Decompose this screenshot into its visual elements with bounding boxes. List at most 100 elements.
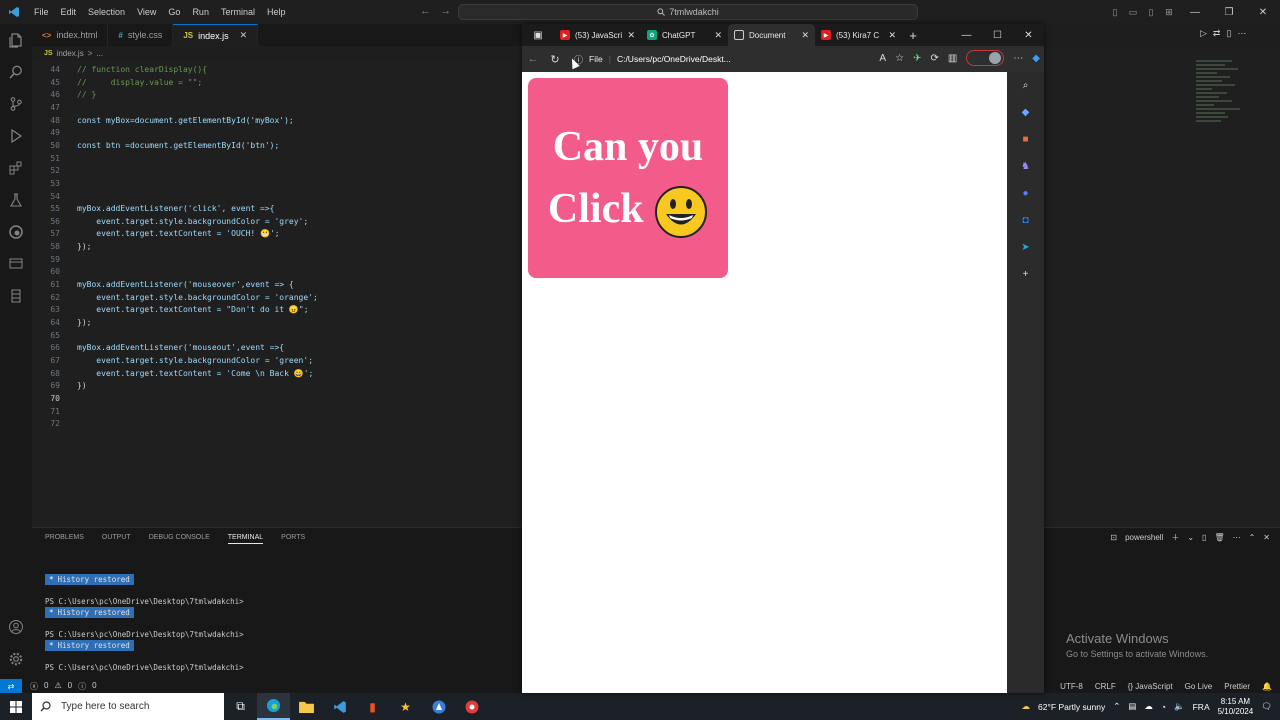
copilot-icon[interactable]: ◆ bbox=[1032, 53, 1040, 64]
edge-devtools-icon[interactable] bbox=[0, 216, 32, 248]
reload-icon[interactable]: ↻ bbox=[544, 46, 566, 72]
command-center[interactable]: 7tmlwdakchi bbox=[458, 4, 918, 20]
code-line[interactable]: 63 event.target.textContent = "Don't do … bbox=[32, 304, 308, 316]
layout-secondary-icon[interactable]: ▯ bbox=[1142, 0, 1160, 24]
weather-text[interactable]: 62°F Partly sunny bbox=[1038, 702, 1105, 712]
browser-maximize-button[interactable]: ☐ bbox=[982, 24, 1013, 46]
code-line[interactable]: 46 // } bbox=[32, 89, 96, 101]
tab-style-css[interactable]: # style.css bbox=[108, 24, 174, 46]
menu-terminal[interactable]: Terminal bbox=[215, 7, 261, 17]
source-control-icon[interactable] bbox=[0, 88, 32, 120]
extension-icon[interactable]: ✈ bbox=[913, 53, 921, 64]
forward-arrow-icon[interactable]: → bbox=[440, 5, 451, 17]
code-line[interactable]: 48 const myBox=document.getElementById('m… bbox=[32, 115, 293, 127]
code-line[interactable]: 58}); bbox=[32, 241, 91, 253]
code-line[interactable]: 44 // function clearDisplay(){ bbox=[32, 64, 207, 76]
code-line[interactable]: 55 myBox.addEventListener('click', event … bbox=[32, 203, 274, 215]
profile-button[interactable] bbox=[966, 50, 1005, 66]
address-bar[interactable]: ⓘ File | C:/Users/pc/OneDrive/Deskt... bbox=[574, 50, 794, 68]
menu-edit[interactable]: Edit bbox=[55, 7, 83, 17]
explorer-icon[interactable] bbox=[0, 24, 32, 56]
star-app-icon[interactable]: ★ bbox=[389, 693, 422, 720]
code-line[interactable]: 71 bbox=[32, 406, 77, 418]
close-tab-icon[interactable]: ✕ bbox=[801, 30, 809, 41]
cloud-icon[interactable]: ☁ bbox=[1144, 701, 1153, 712]
refresh-extension-icon[interactable]: ⟳ bbox=[930, 53, 938, 64]
code-line[interactable]: 50 const btn =document.getElementById('bt… bbox=[32, 140, 279, 152]
code-line[interactable]: 67 event.target.style.backgroundColor = … bbox=[32, 355, 313, 367]
code-line[interactable]: 61 myBox.addEventListener('mouseover',eve… bbox=[32, 279, 293, 291]
prettier-status[interactable]: Prettier bbox=[1224, 682, 1250, 691]
minimap[interactable] bbox=[1044, 46, 1280, 526]
menu-run[interactable]: Run bbox=[186, 7, 215, 17]
my-box[interactable]: Can you Click bbox=[528, 78, 728, 278]
code-line[interactable]: 66 myBox.addEventListener('mouseout',even… bbox=[32, 342, 284, 354]
nav-arrows[interactable]: ← → bbox=[420, 5, 451, 17]
docker-icon[interactable] bbox=[0, 280, 32, 312]
clock[interactable]: 8:15 AM 5/10/2024 bbox=[1218, 697, 1254, 717]
tab-problems[interactable]: PROBLEMS bbox=[45, 534, 84, 544]
menu-go[interactable]: Go bbox=[162, 7, 186, 17]
tab-ports[interactable]: PORTS bbox=[281, 534, 305, 544]
figma-icon[interactable]: ▮ bbox=[356, 693, 389, 720]
run-debug-icon[interactable] bbox=[0, 120, 32, 152]
code-line[interactable]: 47 bbox=[32, 102, 77, 114]
code-line[interactable]: 57 event.target.textContent = 'OUCH! 😬'; bbox=[32, 228, 279, 240]
menu-selection[interactable]: Selection bbox=[82, 7, 131, 17]
manage-gear-icon[interactable] bbox=[0, 643, 32, 675]
terminal-shell-label[interactable]: powershell bbox=[1125, 533, 1163, 542]
code-line[interactable]: 49 bbox=[32, 127, 77, 139]
code-line[interactable]: 54 bbox=[32, 191, 77, 203]
notification-center-icon[interactable]: 🗨 bbox=[1261, 701, 1272, 712]
code-line[interactable]: 60 bbox=[32, 266, 77, 278]
code-line[interactable]: 56 event.target.style.backgroundColor = … bbox=[32, 216, 308, 228]
maximize-panel-icon[interactable]: ⌃ bbox=[1249, 533, 1256, 542]
tab-debug-console[interactable]: DEBUG CONSOLE bbox=[149, 534, 210, 544]
more-icon[interactable]: ⋯ bbox=[1233, 533, 1241, 542]
split-terminal-icon[interactable]: ▯ bbox=[1202, 533, 1206, 542]
windows-start-icon[interactable] bbox=[0, 693, 32, 720]
outlook-icon[interactable]: ◘ bbox=[1007, 207, 1044, 234]
copilot-sidebar-icon[interactable]: ● bbox=[1007, 180, 1044, 207]
code-line[interactable]: 69}) bbox=[32, 380, 86, 392]
menu-file[interactable]: File bbox=[28, 7, 55, 17]
problems-status[interactable]: ⓧ 0 ⚠ 0 ⓘ 0 bbox=[30, 681, 97, 692]
go-live-status[interactable]: Go Live bbox=[1185, 682, 1213, 691]
code-line[interactable]: 51 bbox=[32, 153, 77, 165]
new-tab-button[interactable]: + bbox=[902, 28, 924, 43]
new-terminal-icon[interactable]: ＋ bbox=[1171, 532, 1179, 543]
back-arrow-icon[interactable]: ← bbox=[420, 5, 431, 17]
browser-tab-document[interactable]: Document ✕ bbox=[728, 24, 815, 46]
games-icon[interactable]: ♞ bbox=[1007, 153, 1044, 180]
code-line[interactable]: 59 bbox=[32, 254, 77, 266]
edge-taskbar-icon[interactable] bbox=[257, 693, 290, 720]
tray-chevron-icon[interactable]: ⌃ bbox=[1113, 701, 1120, 712]
search-icon[interactable]: ⌕ bbox=[1007, 72, 1044, 99]
tab-actions-icon[interactable]: ▣ bbox=[522, 24, 554, 46]
volume-icon[interactable]: 🔈 bbox=[1174, 701, 1185, 712]
code-line[interactable]: 64}); bbox=[32, 317, 91, 329]
browser-back-icon[interactable]: ← bbox=[522, 46, 544, 72]
trash-icon[interactable]: 🗑 bbox=[1214, 533, 1224, 542]
encoding-status[interactable]: UTF-8 bbox=[1060, 682, 1083, 691]
code-line[interactable]: 72 bbox=[32, 418, 77, 430]
network-icon[interactable]: ▤ bbox=[1128, 701, 1136, 712]
dropdown-icon[interactable]: ⌄ bbox=[1187, 533, 1194, 542]
layout-panel-icon[interactable]: ▭ bbox=[1124, 0, 1142, 24]
remote-indicator-icon[interactable]: ⇄ bbox=[0, 679, 22, 693]
browser-close-button[interactable]: ✕ bbox=[1013, 24, 1044, 46]
language-status[interactable]: {} JavaScript bbox=[1128, 682, 1173, 691]
telegram-icon[interactable]: ➤ bbox=[1007, 234, 1044, 261]
code-line[interactable]: 70 bbox=[32, 393, 77, 405]
notifications-bell-icon[interactable]: 🔔 bbox=[1262, 682, 1272, 691]
add-sidebar-app-icon[interactable]: + bbox=[1007, 261, 1044, 288]
close-tab-icon[interactable]: ✕ bbox=[888, 30, 896, 41]
code-line[interactable]: 68 event.target.textContent = 'Come \n B… bbox=[32, 368, 313, 380]
testing-icon[interactable] bbox=[0, 184, 32, 216]
menu-help[interactable]: Help bbox=[261, 7, 292, 17]
layout-sidebar-icon[interactable]: ▯ bbox=[1106, 0, 1124, 24]
split-screen-icon[interactable]: ▥ bbox=[948, 53, 957, 64]
code-line[interactable]: 65 bbox=[32, 330, 77, 342]
tab-output[interactable]: OUTPUT bbox=[102, 534, 131, 544]
briefcase-icon[interactable]: ■ bbox=[1007, 126, 1044, 153]
